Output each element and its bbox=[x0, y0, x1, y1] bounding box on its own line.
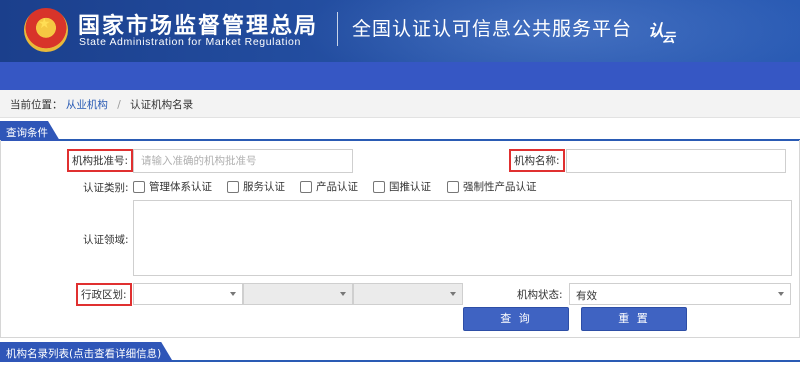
approval-no-label: 机构批准号: bbox=[67, 149, 134, 172]
platform-logo: 认云 bbox=[648, 18, 675, 46]
status-select[interactable]: 有效 bbox=[569, 283, 791, 305]
chevron-down-icon bbox=[230, 292, 236, 296]
list-section-header: 机构名录列表(点击查看详细信息) bbox=[0, 342, 800, 362]
query-section-tab: 查询条件 bbox=[0, 121, 60, 141]
cert-type-management-label: 管理体系认证 bbox=[149, 181, 212, 193]
platform-title: 全国认证认可信息公共服务平台 bbox=[352, 18, 633, 40]
region-label: 行政区划: bbox=[76, 283, 132, 306]
cert-field-label: 认证领域: bbox=[83, 234, 129, 246]
breadcrumb-item-practitioners[interactable]: 从业机构 bbox=[66, 99, 108, 111]
cert-field-textarea[interactable] bbox=[133, 200, 792, 276]
checkbox-service[interactable] bbox=[227, 180, 239, 193]
header-divider bbox=[337, 12, 338, 46]
status-label: 机构状态: bbox=[517, 289, 563, 301]
checkbox-product[interactable] bbox=[300, 180, 312, 193]
search-button[interactable]: 查 询 bbox=[463, 307, 569, 331]
agency-name-en: State Administration for Market Regulati… bbox=[79, 36, 301, 48]
cert-type-service[interactable]: 服务认证 bbox=[227, 179, 285, 194]
cert-type-management[interactable]: 管理体系认证 bbox=[133, 179, 212, 194]
org-name-input[interactable] bbox=[566, 149, 786, 173]
cert-type-label: 认证类别: bbox=[83, 182, 129, 194]
checkbox-ccc[interactable] bbox=[447, 180, 459, 193]
site-header: ★ 国家市场监督管理总局 State Administration for Ma… bbox=[0, 0, 800, 62]
logo-char-b: 云 bbox=[662, 31, 676, 46]
breadcrumb: 当前位置： 从业机构 / 认证机构名录 bbox=[0, 90, 800, 118]
main-navbar bbox=[0, 62, 800, 90]
cert-type-national[interactable]: 国推认证 bbox=[373, 179, 431, 194]
checkbox-national[interactable] bbox=[373, 180, 385, 193]
query-form: 机构批准号: 机构名称: 认证类别: 管理体系认证 服务认证 产品认证 国推认证… bbox=[0, 140, 800, 338]
approval-no-input[interactable] bbox=[133, 149, 353, 173]
cert-type-product-label: 产品认证 bbox=[316, 181, 358, 193]
region-district-select[interactable] bbox=[353, 283, 463, 305]
checkbox-management[interactable] bbox=[133, 180, 145, 193]
region-city-select[interactable] bbox=[243, 283, 353, 305]
cert-type-ccc-label: 强制性产品认证 bbox=[463, 181, 537, 193]
cert-type-product[interactable]: 产品认证 bbox=[300, 179, 358, 194]
status-value: 有效 bbox=[576, 290, 597, 302]
org-name-label: 机构名称: bbox=[509, 149, 565, 172]
breadcrumb-separator: / bbox=[117, 99, 121, 111]
region-province-select[interactable] bbox=[133, 283, 243, 305]
national-emblem-icon: ★ bbox=[24, 8, 68, 52]
cert-type-national-label: 国推认证 bbox=[389, 181, 431, 193]
cert-type-ccc[interactable]: 强制性产品认证 bbox=[447, 179, 537, 194]
breadcrumb-current-label: 当前位置： bbox=[10, 99, 63, 111]
chevron-down-icon bbox=[340, 292, 346, 296]
reset-button[interactable]: 重 置 bbox=[581, 307, 687, 331]
query-section-header: 查询条件 bbox=[0, 121, 800, 141]
breadcrumb-item-cert-bodies: 认证机构名录 bbox=[130, 99, 194, 111]
chevron-down-icon bbox=[778, 292, 784, 296]
cert-type-service-label: 服务认证 bbox=[243, 181, 285, 193]
chevron-down-icon bbox=[450, 292, 456, 296]
list-section-tab: 机构名录列表(点击查看详细信息) bbox=[0, 342, 173, 362]
